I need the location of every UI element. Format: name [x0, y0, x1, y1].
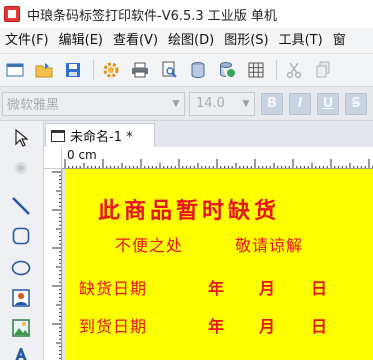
- print-preview-icon: [162, 61, 177, 78]
- drawing-tools-panel: [0, 121, 44, 360]
- chevron-down-icon[interactable]: ▼: [238, 93, 254, 115]
- rounded-rectangle-icon: [12, 227, 30, 245]
- save-icon: [66, 63, 80, 77]
- save-button[interactable]: [62, 59, 84, 81]
- ellipse-tool-button[interactable]: [8, 255, 34, 281]
- hand-icon: [15, 162, 27, 174]
- vertical-ruler-ticks: [52, 171, 61, 359]
- label-row2-month[interactable]: 月: [259, 313, 275, 337]
- window-icon: [51, 129, 65, 142]
- toolbar-separator: [276, 60, 277, 80]
- database-gear-icon: [220, 62, 235, 77]
- ruler-corner: [44, 147, 62, 169]
- label-subtitle-right[interactable]: 敬请谅解: [235, 232, 303, 256]
- label-arrival-date[interactable]: 到货日期: [79, 313, 147, 337]
- menu-draw[interactable]: 绘图(D): [163, 28, 219, 54]
- menu-bar: 文件(F) 编辑(E) 查看(V) 绘图(D) 图形(S) 工具(T) 窗: [0, 28, 373, 54]
- bold-button[interactable]: B: [261, 92, 283, 115]
- pointer-icon: [15, 129, 28, 147]
- window-title: 中琅条码标签打印软件-V6.5.3 工业版 单机: [27, 8, 277, 24]
- copy-icon: [316, 61, 330, 78]
- gear-icon: [103, 62, 119, 78]
- rectangle-tool-button[interactable]: [8, 223, 34, 249]
- ellipse-icon: [11, 260, 31, 276]
- document-tab-title: 未命名-1 *: [70, 130, 133, 145]
- font-family-select[interactable]: 微软雅黑 ▼: [2, 91, 185, 116]
- print-button[interactable]: [129, 59, 151, 81]
- text-icon: [15, 348, 27, 360]
- pan-tool-button[interactable]: [8, 155, 34, 181]
- document-tab-strip: 未命名-1 *: [44, 121, 373, 147]
- new-document-button[interactable]: [4, 59, 26, 81]
- printer-icon: [132, 62, 148, 78]
- menu-tools[interactable]: 工具(T): [274, 28, 328, 54]
- tab-document[interactable]: 未命名-1 *: [45, 123, 155, 147]
- new-document-icon: [6, 63, 24, 77]
- label-row2-year[interactable]: 年: [208, 313, 224, 337]
- chevron-down-icon[interactable]: ▼: [168, 93, 184, 115]
- open-button[interactable]: [33, 59, 55, 81]
- main-toolbar: [0, 54, 373, 87]
- grid-icon: [248, 62, 264, 78]
- select-tool-button[interactable]: [8, 125, 34, 151]
- menu-view[interactable]: 查看(V): [108, 28, 163, 54]
- label-row1-year[interactable]: 年: [208, 275, 224, 299]
- menu-file[interactable]: 文件(F): [0, 28, 54, 54]
- ruler-origin-label: 0 cm: [67, 148, 97, 162]
- label-canvas[interactable]: 此商品暂时缺货 不便之处 敬请谅解 缺货日期 年 月 日 到货日期 年 月 日: [65, 169, 373, 360]
- line-icon: [12, 197, 30, 215]
- underline-button[interactable]: U: [317, 92, 339, 115]
- label-shortage-date[interactable]: 缺货日期: [79, 275, 147, 299]
- label-row2-day[interactable]: 日: [311, 313, 327, 337]
- strikethrough-button[interactable]: S: [345, 92, 367, 115]
- image-tool-button[interactable]: [8, 285, 34, 311]
- title-bar: 中琅条码标签打印软件-V6.5.3 工业版 单机: [0, 0, 373, 28]
- font-size-value: 14.0: [196, 96, 225, 111]
- font-family-value: 微软雅黑: [7, 98, 60, 113]
- landscape-image-icon: [12, 319, 30, 337]
- italic-button[interactable]: I: [289, 92, 311, 115]
- copy-button[interactable]: [312, 59, 334, 81]
- toolbar-separator: [93, 60, 94, 80]
- label-row1-day[interactable]: 日: [311, 275, 327, 299]
- portrait-image-icon: [12, 289, 30, 307]
- database-settings-button[interactable]: [216, 59, 238, 81]
- print-preview-button[interactable]: [158, 59, 180, 81]
- text-tool-button[interactable]: [8, 341, 34, 360]
- folder-open-icon: [35, 63, 53, 78]
- app-logo-icon: [4, 6, 20, 22]
- menu-edit[interactable]: 编辑(E): [54, 28, 108, 54]
- menu-shape[interactable]: 图形(S): [219, 28, 273, 54]
- cut-button[interactable]: [283, 59, 305, 81]
- label-row1-month[interactable]: 月: [259, 275, 275, 299]
- picture-tool-button[interactable]: [8, 315, 34, 341]
- grid-button[interactable]: [245, 59, 267, 81]
- horizontal-ruler-ticks: [64, 159, 373, 168]
- vertical-ruler: [44, 169, 62, 360]
- label-title[interactable]: 此商品暂时缺货: [98, 193, 280, 225]
- line-tool-button[interactable]: [8, 193, 34, 219]
- database-icon: [191, 62, 205, 79]
- label-subtitle-left[interactable]: 不便之处: [115, 232, 183, 256]
- database-button[interactable]: [187, 59, 209, 81]
- menu-window[interactable]: 窗: [328, 28, 351, 54]
- settings-button[interactable]: [100, 59, 122, 81]
- horizontal-ruler: 0 cm: [62, 147, 373, 169]
- font-toolbar: 微软雅黑 ▼ 14.0 ▼ B I U S: [0, 87, 373, 121]
- font-size-select[interactable]: 14.0 ▼: [189, 91, 255, 116]
- scissors-icon: [286, 62, 302, 79]
